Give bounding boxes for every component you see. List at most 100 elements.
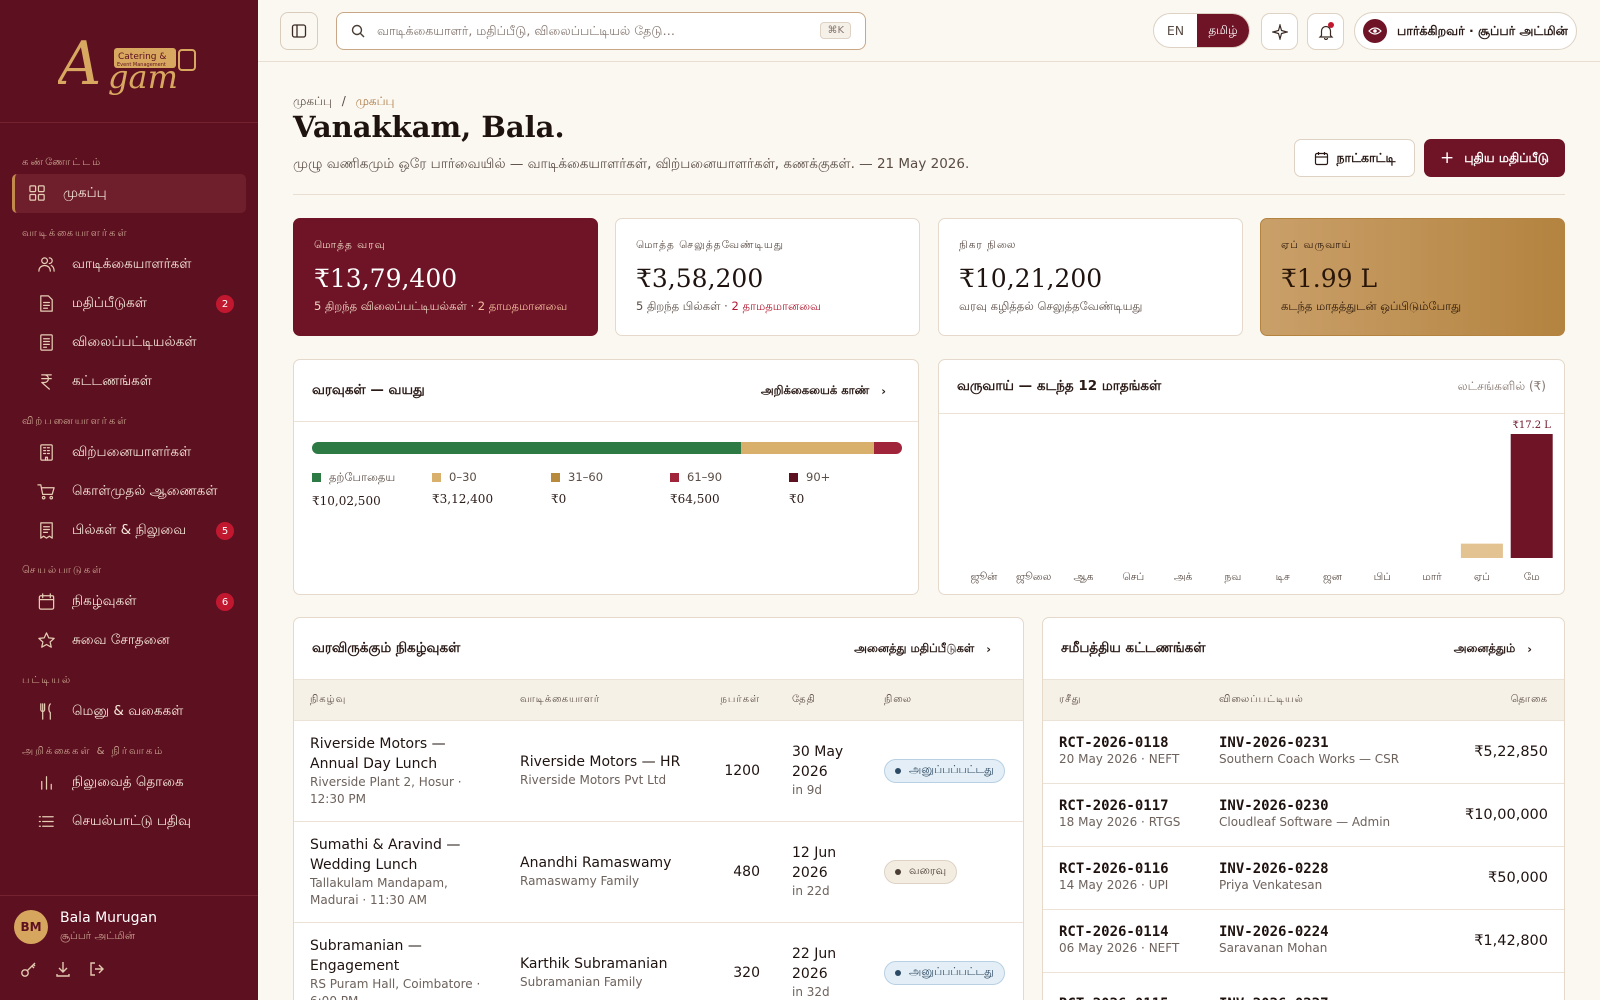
all-payments-link[interactable]: அனைத்தும் › xyxy=(1454,641,1532,657)
sidebar-item-file[interactable]: மதிப்பீடுகள் 2 xyxy=(12,284,246,323)
amount-cell: ₹50,000 xyxy=(1437,846,1564,910)
amount-cell: ₹5,22,850 xyxy=(1437,720,1564,784)
download-icon[interactable] xyxy=(54,960,72,978)
client-cell: Karthik Subramanian Subramanian Family xyxy=(504,922,700,1000)
invoice-number[interactable]: INV-2026-0224 xyxy=(1219,924,1421,940)
invoice-client: Southern Coach Works — CSR xyxy=(1219,752,1400,766)
receipt-number[interactable]: RCT-2026-0114 xyxy=(1059,924,1187,940)
svg-text:Catering &: Catering & xyxy=(118,52,166,62)
count-badge: 5 xyxy=(216,522,234,540)
aging-segment xyxy=(740,442,875,454)
col-status[interactable]: நிலை xyxy=(868,680,1023,721)
kpi-label: மொத்த செலுத்தவேண்டியது xyxy=(636,239,784,251)
invoice-number[interactable]: INV-2026-0230 xyxy=(1219,798,1421,814)
breadcrumb-home[interactable]: முகப்பு xyxy=(293,94,332,108)
col-pax[interactable]: நபர்கள் xyxy=(700,680,776,721)
col-date[interactable]: தேதி xyxy=(776,680,868,721)
view-report-link[interactable]: அறிக்கையைக் காண் › xyxy=(761,383,886,399)
table-row[interactable]: Subramanian — Engagement RS Puram Hall, C… xyxy=(294,922,1023,1000)
calendar-button[interactable]: நாட்காட்டி xyxy=(1294,139,1415,177)
status-cell: அனுப்பப்பட்டது xyxy=(868,720,1023,822)
brand-logo[interactable]: A gam Catering & Event Management xyxy=(0,0,258,123)
event-title[interactable]: Riverside Motors — Annual Day Lunch xyxy=(310,734,488,774)
col-invoice[interactable]: விலைப்பட்டியல் xyxy=(1203,680,1438,721)
sidebar-item-users[interactable]: வாடிக்கையாளர்கள் xyxy=(12,245,246,284)
key-icon[interactable] xyxy=(20,960,38,978)
language-switch[interactable]: EN தமிழ் xyxy=(1153,13,1250,48)
avatar[interactable]: BM xyxy=(14,910,48,944)
notifications-button[interactable] xyxy=(1307,13,1344,50)
document-icon xyxy=(36,333,56,353)
revenue-bar-chart: ஜூன் ஜூலை ஆக செப் அக் நவ டிச ஜன பிப் மார் ஏப் மே ₹17… xyxy=(970,420,1553,584)
sidebar-item-label: சுவை சோதனை xyxy=(72,631,170,648)
table-row[interactable]: RCT-2026-0116 14 May 2026 · UPI INV-2026-0… xyxy=(1043,846,1564,910)
rupee-icon xyxy=(36,372,56,392)
page-title: Vanakkam, Bala. xyxy=(293,110,565,144)
sidebar-item-grid[interactable]: முகப்பு xyxy=(12,174,246,213)
invoice-number[interactable]: INV-2026-0231 xyxy=(1219,735,1421,751)
event-date: 22 Jun 2026 xyxy=(792,946,837,982)
sidebar-item-star[interactable]: சுவை சோதனை xyxy=(12,621,246,660)
viewer-role-menu[interactable]: பார்க்கிறவர் · சூப்பர் அட்மின் xyxy=(1354,12,1577,50)
col-receipt[interactable]: ரசீது xyxy=(1043,680,1203,721)
invoice-number[interactable]: INV-2026-0227 xyxy=(1219,996,1421,1000)
receipt-number[interactable]: RCT-2026-0115 xyxy=(1059,996,1187,1000)
sidebar-item-document[interactable]: விலைப்பட்டியல்கள் xyxy=(12,323,246,362)
x-tick-label: ஆக xyxy=(1074,571,1094,583)
utensils-icon xyxy=(36,702,56,722)
lang-en-button[interactable]: EN xyxy=(1154,14,1197,47)
revenue-bar[interactable] xyxy=(1460,543,1503,558)
lang-ta-button[interactable]: தமிழ் xyxy=(1197,14,1249,47)
x-tick-label: மார் xyxy=(1422,571,1442,583)
aging-title: வரவுகள் — வயது xyxy=(312,381,425,398)
x-tick-label: ஏப் xyxy=(1474,571,1490,583)
sidebar-item-calendar[interactable]: நிகழ்வுகள் 6 xyxy=(12,582,246,621)
col-amount[interactable]: தொகை xyxy=(1437,680,1564,721)
sidebar-item-list[interactable]: செயல்பாட்டு பதிவு xyxy=(12,802,246,841)
aging-bucket-amount: ₹3,12,400 xyxy=(432,492,494,506)
receipt-number[interactable]: RCT-2026-0117 xyxy=(1059,798,1187,814)
sidebar-item-rupee[interactable]: கட்டணங்கள் xyxy=(12,362,246,401)
table-row[interactable]: RCT-2026-0117 18 May 2026 · RTGS INV-2026-… xyxy=(1043,783,1564,847)
revenue-bar[interactable] xyxy=(1510,434,1553,558)
ai-sparkle-button[interactable] xyxy=(1261,13,1298,50)
kpi-sub-text: கடந்த மாதத்துடன் ஒப்பிடும்போது xyxy=(1281,299,1462,313)
kpi-card[interactable]: நிகர நிலை ₹10,21,200 வரவு கழித்தல் செலுத்த… xyxy=(938,218,1243,336)
table-row[interactable]: RCT-2026-0114 06 May 2026 · NEFT INV-2026-… xyxy=(1043,909,1564,973)
status-cell: வரைவு xyxy=(868,821,1023,923)
sidebar-panel-icon xyxy=(291,24,307,38)
table-row[interactable]: RCT-2026-0115 INV-2026-0227 xyxy=(1043,972,1564,1000)
sidebar-toggle-button[interactable] xyxy=(280,12,318,50)
sidebar-item-receipt[interactable]: பில்கள் & நிலுவை 5 xyxy=(12,511,246,550)
event-title[interactable]: Sumathi & Aravind — Wedding Lunch xyxy=(310,835,488,875)
logout-icon[interactable] xyxy=(88,960,106,978)
status-cell: அனுப்பப்பட்டது xyxy=(868,922,1023,1000)
sidebar-item-building[interactable]: விற்பனையாளர்கள் xyxy=(12,433,246,472)
receipt-number[interactable]: RCT-2026-0118 xyxy=(1059,735,1187,751)
event-venue: Riverside Plant 2, Hosur · 12:30 PM xyxy=(310,774,462,806)
table-row[interactable]: Sumathi & Aravind — Wedding Lunch Tallaku… xyxy=(294,821,1023,923)
receipt-number[interactable]: RCT-2026-0116 xyxy=(1059,861,1187,877)
client-name: Karthik Subramanian xyxy=(520,956,668,972)
sidebar-item-bar-chart[interactable]: நிலுவைத் தொகை xyxy=(12,763,246,802)
count-badge: 2 xyxy=(216,295,234,313)
new-estimate-button[interactable]: + புதிய மதிப்பீடு xyxy=(1424,139,1565,177)
col-event[interactable]: நிகழ்வு xyxy=(294,680,504,721)
kpi-card[interactable]: மொத்த வரவு ₹13,79,400 5 திறந்த விலைப்பட்டி… xyxy=(293,218,598,336)
search-input[interactable]: வாடிக்கையாளர், மதிப்பீடு, விலைப்பட்டியல்… xyxy=(336,12,866,50)
top-bar: வாடிக்கையாளர், மதிப்பீடு, விலைப்பட்டியல்… xyxy=(258,0,1600,62)
kpi-card[interactable]: ஏப் வருவாய் ₹1.99 L கடந்த மாதத்துடன் ஒப்பி… xyxy=(1260,218,1565,336)
receipt-meta: 18 May 2026 · RTGS xyxy=(1059,815,1181,829)
breadcrumb-current: முகப்பு xyxy=(355,94,395,108)
kpi-card[interactable]: மொத்த செலுத்தவேண்டியது ₹3,58,200 5 திறந்த … xyxy=(615,218,920,336)
table-row[interactable]: Riverside Motors — Annual Day Lunch River… xyxy=(294,720,1023,822)
invoice-number[interactable]: INV-2026-0228 xyxy=(1219,861,1421,877)
col-client[interactable]: வாடிக்கையாளர் xyxy=(504,680,700,721)
sidebar-item-cart[interactable]: கொள்முதல் ஆணைகள் xyxy=(12,472,246,511)
sidebar-item-utensils[interactable]: மெனு & வகைகள் xyxy=(12,692,246,731)
all-estimates-link[interactable]: அனைத்து மதிப்பீடுகள் › xyxy=(854,641,991,657)
event-title[interactable]: Subramanian — Engagement xyxy=(310,936,488,976)
client-org: Ramaswamy Family xyxy=(520,874,640,888)
status-dot xyxy=(895,868,901,875)
table-row[interactable]: RCT-2026-0118 20 May 2026 · NEFT INV-2026-… xyxy=(1043,720,1564,784)
